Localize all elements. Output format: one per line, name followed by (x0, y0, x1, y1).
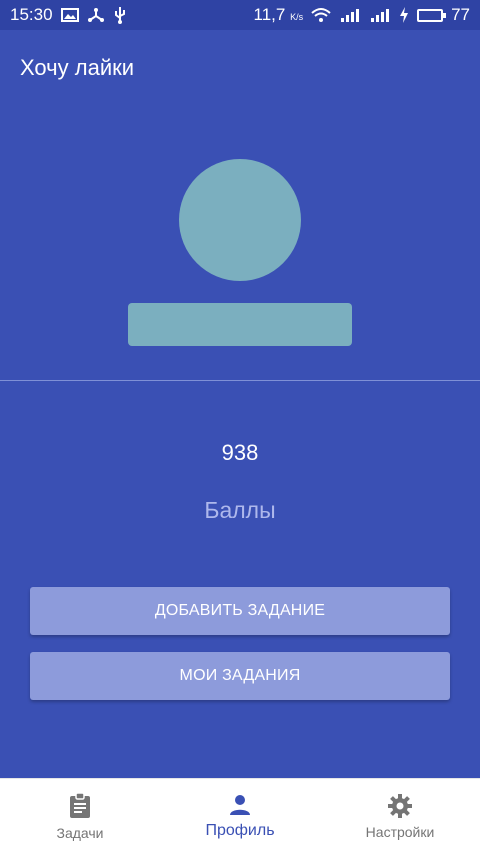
wifi-icon (311, 7, 331, 23)
nav-label-settings: Настройки (365, 823, 435, 840)
add-task-button[interactable]: ДОБАВИТЬ ЗАДАНИЕ (30, 587, 450, 635)
status-bar-left: 15:30 (10, 5, 127, 25)
clipboard-icon (69, 792, 91, 819)
nav-label-profile: Профиль (205, 821, 275, 839)
status-bar-right: 11,7 K/s 77 (254, 5, 471, 25)
person-icon (229, 794, 251, 816)
points-label: Баллы (204, 497, 276, 523)
avatar (179, 159, 301, 281)
signal-icon (369, 7, 391, 23)
app-title: Хочу лайки (20, 55, 135, 80)
image-icon (60, 8, 79, 22)
signal-3g-icon (339, 7, 361, 23)
divider (0, 380, 480, 381)
nav-item-tasks[interactable]: Задачи (0, 779, 160, 854)
app-bar: Хочу лайки (0, 30, 480, 106)
status-bar: 15:30 11,7 K/s 77 (0, 0, 480, 30)
battery-icon (417, 8, 447, 22)
my-tasks-button[interactable]: МОИ ЗАДАНИЯ (30, 652, 450, 700)
clock: 15:30 (10, 5, 53, 24)
charging-icon (399, 7, 409, 23)
network-speed-unit: K/s (290, 12, 304, 22)
share-icon (87, 7, 105, 23)
nav-label-tasks: Задачи (56, 824, 104, 841)
points-value: 938 (221, 440, 259, 465)
bottom-nav: Задачи Профиль Настройки (0, 778, 480, 854)
battery-level: 77 (451, 5, 470, 24)
usb-icon (113, 6, 127, 24)
profile-name-placeholder (128, 303, 352, 346)
network-speed-value: 11,7 (253, 5, 286, 24)
network-speed: 11,7 K/s (254, 5, 304, 25)
nav-item-settings[interactable]: Настройки (320, 779, 480, 854)
nav-item-profile[interactable]: Профиль (160, 779, 320, 854)
gear-icon (388, 793, 412, 818)
